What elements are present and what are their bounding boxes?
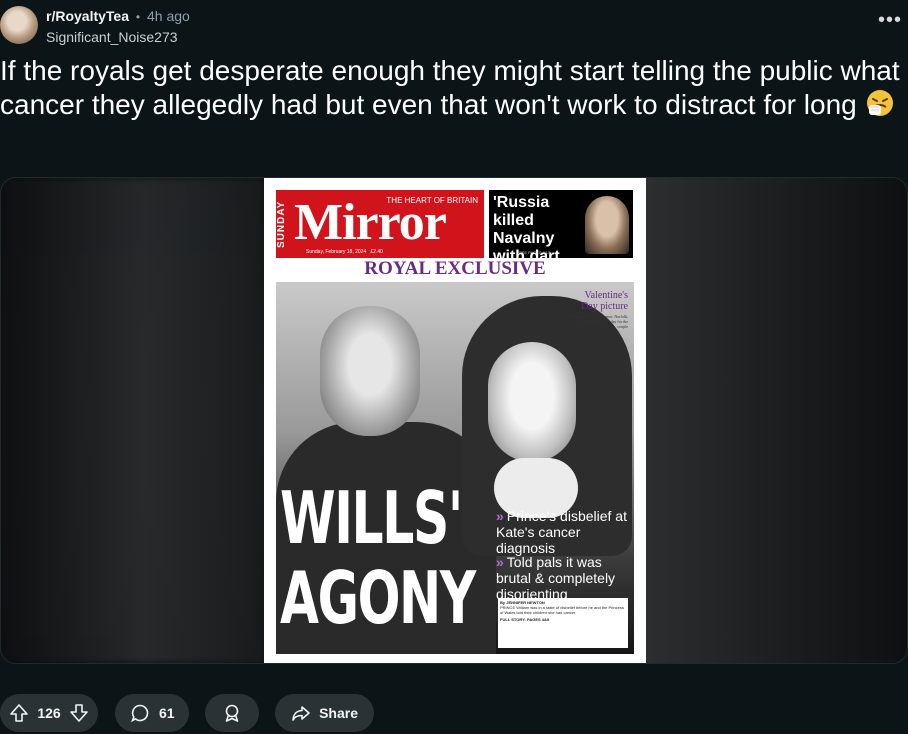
- headline-line-1: WILLS': [280, 476, 463, 560]
- side-story-photo: [585, 196, 629, 254]
- share-icon: [291, 702, 311, 724]
- photo-caption: Valentine's Day picture William and Kate …: [566, 290, 628, 329]
- post-image[interactable]: SUNDAY Mirror THE HEART OF BRITAIN Sunda…: [0, 177, 908, 664]
- share-button[interactable]: Share: [275, 694, 374, 732]
- cover-bullet-2: » Told pals it was brutal & completely di…: [496, 554, 632, 602]
- photo-caption-sub: William and Kate in Anmer, Norfolk, in a…: [568, 314, 628, 329]
- award-button[interactable]: [205, 694, 259, 732]
- upvote-count: 126: [37, 705, 61, 721]
- author-link[interactable]: Significant_Noise273: [46, 29, 178, 45]
- cover-article: By JENNIFER NEWTON PRINCE William was in…: [498, 598, 628, 648]
- cover-photo: Valentine's Day picture William and Kate …: [276, 282, 634, 654]
- chevron-right-icon: »: [496, 508, 504, 524]
- masthead-price: £2.40: [370, 249, 383, 255]
- post-title-text: If the royals get desperate enough they …: [0, 55, 900, 120]
- cover-bullet-1-text: Prince's disbelief at Kate's cancer diag…: [496, 508, 627, 556]
- post-action-bar: 126 61 Share: [0, 694, 908, 734]
- photo-figure-left-head: [320, 306, 420, 436]
- side-story-box: 'Russia killed Navalny with dart frog to…: [489, 190, 633, 283]
- masthead-date-text: Sunday, February 18, 2024: [306, 249, 367, 255]
- masthead-sunday: SUNDAY: [276, 200, 287, 248]
- chevron-right-icon: »: [496, 554, 504, 570]
- post-header: r/RoyaltyTea • 4h ago Significant_Noise2…: [0, 4, 908, 48]
- downvote-icon[interactable]: [68, 702, 90, 724]
- photo-caption-title: Valentine's Day picture: [581, 290, 628, 312]
- image-blur-backdrop-right: [645, 178, 907, 663]
- masthead-tagline: THE HEART OF BRITAIN: [386, 196, 478, 205]
- article-lede: PRINCE William was in a state of disbeli…: [500, 605, 624, 615]
- post-title[interactable]: If the royals get desperate enough they …: [0, 54, 905, 122]
- vote-control: 126: [0, 694, 98, 732]
- subreddit-avatar[interactable]: [0, 6, 38, 44]
- cover-bullet-1: » Prince's disbelief at Kate's cancer dia…: [496, 508, 632, 556]
- masthead: SUNDAY Mirror THE HEART OF BRITAIN Sunda…: [276, 190, 484, 258]
- post-age: 4h ago: [146, 8, 190, 24]
- sneezing-face-icon: [865, 88, 895, 118]
- article-footer: FULL STORY: PAGES 4&5: [500, 617, 550, 622]
- kicker: ROYAL EXCLUSIVE: [364, 258, 546, 279]
- image-blur-backdrop-left: [1, 178, 263, 663]
- photo-figure-right-face: [488, 342, 576, 462]
- headline-line-2: AGONY: [280, 556, 476, 640]
- comments-button[interactable]: 61: [115, 694, 189, 732]
- share-label: Share: [319, 705, 358, 721]
- newspaper-cover: SUNDAY Mirror THE HEART OF BRITAIN Sunda…: [264, 178, 646, 663]
- masthead-date: Sunday, February 18, 2024 £2.40: [306, 249, 383, 255]
- side-subline: SEE PAGES 6&7: [519, 250, 550, 255]
- comment-icon: [129, 702, 151, 724]
- post-meta: r/RoyaltyTea • 4h ago: [46, 8, 190, 24]
- comment-count: 61: [159, 705, 175, 721]
- subreddit-link[interactable]: r/RoyaltyTea: [46, 8, 129, 24]
- more-options-button[interactable]: •••: [878, 10, 902, 36]
- upvote-icon[interactable]: [8, 702, 30, 724]
- meta-separator: •: [135, 10, 141, 24]
- cover-bullet-2-text: Told pals it was brutal & completely dis…: [496, 554, 616, 602]
- award-icon: [221, 702, 243, 724]
